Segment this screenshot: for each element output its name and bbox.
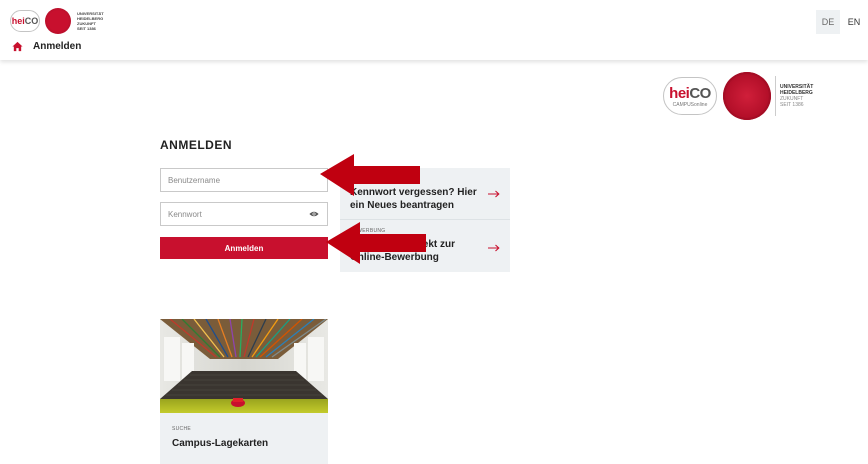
top-bar: hei CO UNIVERSITÄT HEIDELBERG ZUKUNFT SEI… xyxy=(0,0,868,60)
heico-large-he: hei xyxy=(669,84,690,102)
heico-logo-large: heiCO CAMPUSonline UNIVERSITÄT HEIDELBER… xyxy=(663,72,813,120)
heico-co-text: CO xyxy=(24,16,39,26)
language-en-button[interactable]: EN xyxy=(842,10,866,34)
arrow-right-icon xyxy=(488,244,500,252)
home-icon[interactable] xyxy=(12,41,23,52)
heico-he-text: hei xyxy=(11,16,25,26)
page-title: ANMELDEN xyxy=(160,138,232,152)
breadcrumb-current: Anmelden xyxy=(33,41,82,52)
university-line-4: SEIT 1386 xyxy=(77,26,96,31)
university-large-line-4: SEIT 1386 xyxy=(780,102,804,108)
heico-large-co: CO xyxy=(689,84,711,102)
university-name-small: UNIVERSITÄT HEIDELBERG ZUKUNFT SEIT 1386 xyxy=(77,11,104,31)
campus-map-card[interactable]: SUCHE Campus-Lagekarten xyxy=(160,319,328,464)
university-seal-icon xyxy=(723,72,771,120)
university-seal-small-icon xyxy=(45,8,71,34)
university-name-large: UNIVERSITÄT HEIDELBERG ZUKUNFT SEIT 1386 xyxy=(780,84,813,108)
logo-divider xyxy=(775,76,776,116)
login-button[interactable]: Anmelden xyxy=(160,237,328,259)
username-input[interactable]: Benutzername xyxy=(160,168,328,192)
annotation-arrow-icon xyxy=(326,222,426,264)
language-de-button[interactable]: DE xyxy=(816,10,840,34)
username-placeholder: Benutzername xyxy=(168,175,221,185)
heico-badge-small: hei CO xyxy=(10,10,40,32)
lecture-hall-image xyxy=(160,319,328,413)
card-title: Campus-Lagekarten xyxy=(172,438,269,449)
campus-online-text: CAMPUSonline xyxy=(672,101,708,108)
password-placeholder: Kennwort xyxy=(168,209,202,219)
eye-icon[interactable] xyxy=(309,210,319,218)
arrow-right-icon xyxy=(488,190,500,198)
heico-logo-small[interactable]: hei CO UNIVERSITÄT HEIDELBERG ZUKUNFT SEI… xyxy=(10,8,104,34)
password-input[interactable]: Kennwort xyxy=(160,202,328,226)
breadcrumb: Anmelden xyxy=(12,41,81,52)
heico-badge-large: heiCO CAMPUSonline xyxy=(663,77,717,115)
annotation-arrow-icon xyxy=(320,154,420,196)
card-category: SUCHE xyxy=(172,426,192,432)
